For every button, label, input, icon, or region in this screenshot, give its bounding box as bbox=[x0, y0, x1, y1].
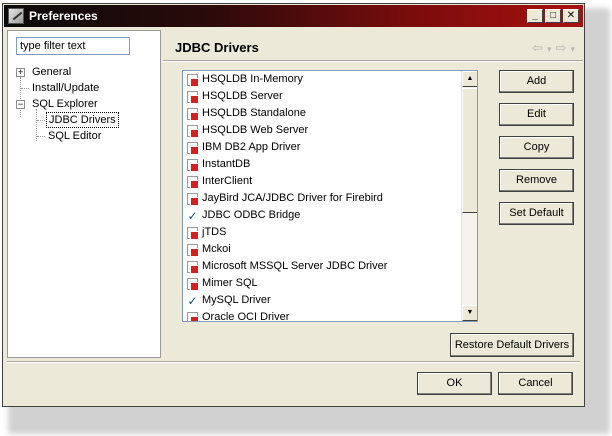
driver-name: InstantDB bbox=[202, 158, 251, 170]
driver-list-item[interactable]: InterClient bbox=[183, 173, 461, 190]
ok-button[interactable]: OK bbox=[417, 372, 492, 395]
tree-item-label: JDBC Drivers bbox=[46, 112, 119, 128]
back-arrow-icon[interactable]: ⇦ bbox=[532, 40, 543, 58]
tree-item-label: General bbox=[32, 66, 72, 78]
driver-list-item[interactable]: IBM DB2 App Driver bbox=[183, 139, 461, 156]
driver-name: MySQL Driver bbox=[202, 294, 271, 306]
driver-name: Oracle OCI Driver bbox=[202, 311, 290, 322]
back-dropdown-icon[interactable]: ▾ bbox=[547, 40, 552, 58]
tree-connector bbox=[37, 136, 45, 137]
driver-name: jTDS bbox=[202, 226, 227, 238]
minimize-button[interactable]: _ bbox=[527, 9, 543, 23]
cancel-button[interactable]: Cancel bbox=[498, 372, 573, 395]
window-controls: _ □ ✕ bbox=[527, 9, 579, 23]
driver-error-icon bbox=[187, 158, 199, 172]
close-button[interactable]: ✕ bbox=[563, 9, 579, 23]
driver-list-item[interactable]: JayBird JCA/JDBC Driver for Firebird bbox=[183, 190, 461, 207]
driver-error-icon bbox=[187, 141, 199, 155]
preferences-icon bbox=[8, 8, 24, 24]
title-bar[interactable]: Preferences _ □ ✕ bbox=[4, 5, 583, 27]
driver-name: HSQLDB Server bbox=[202, 90, 283, 102]
driver-name: IBM DB2 App Driver bbox=[202, 141, 301, 153]
driver-list-item[interactable]: jTDS bbox=[183, 224, 461, 241]
history-nav: ⇦ ▾ ⇨ ▾ bbox=[532, 40, 575, 58]
driver-error-icon bbox=[187, 243, 199, 257]
driver-list-item[interactable]: ✓ MySQL Driver bbox=[183, 292, 461, 309]
scroll-up-button[interactable]: ▲ bbox=[462, 71, 477, 87]
driver-name: JayBird JCA/JDBC Driver for Firebird bbox=[202, 192, 383, 204]
remove-button[interactable]: Remove bbox=[499, 169, 574, 192]
restore-default-drivers-button[interactable]: Restore Default Drivers bbox=[450, 333, 574, 357]
tree-item-label: Install/Update bbox=[32, 82, 100, 94]
expand-icon[interactable]: + bbox=[16, 68, 25, 77]
driver-error-icon bbox=[187, 260, 199, 274]
driver-error-icon bbox=[187, 107, 199, 121]
driver-name: InterClient bbox=[202, 175, 253, 187]
driver-error-icon bbox=[187, 192, 199, 206]
driver-name: JDBC ODBC Bridge bbox=[202, 209, 301, 221]
checkmark-icon: ✓ bbox=[187, 293, 198, 308]
forward-arrow-icon[interactable]: ⇨ bbox=[556, 40, 567, 58]
driver-list-item[interactable]: Mimer SQL bbox=[183, 275, 461, 292]
add-button[interactable]: Add bbox=[499, 70, 574, 93]
preferences-dialog: Preferences _ □ ✕ + General Install/Upda… bbox=[2, 3, 585, 407]
maximize-button[interactable]: □ bbox=[545, 9, 561, 23]
tree-connector bbox=[37, 120, 45, 121]
driver-name: HSQLDB In-Memory bbox=[202, 73, 303, 85]
edit-button[interactable]: Edit bbox=[499, 103, 574, 126]
driver-list-scrollbar[interactable]: ▲ ▼ bbox=[461, 71, 477, 321]
preferences-tree-pane: + General Install/Update − SQL Explorer … bbox=[7, 30, 161, 358]
driver-list-item[interactable]: Microsoft MSSQL Server JDBC Driver bbox=[183, 258, 461, 275]
driver-list-item[interactable]: ✓ JDBC ODBC Bridge bbox=[183, 207, 461, 224]
driver-list-item[interactable]: HSQLDB In-Memory bbox=[183, 71, 461, 88]
filter-input[interactable] bbox=[16, 37, 130, 55]
tree-guide-line bbox=[20, 77, 21, 117]
footer-separator bbox=[7, 361, 580, 363]
driver-list[interactable]: HSQLDB In-Memory HSQLDB Server HSQLDB Stan… bbox=[182, 70, 478, 322]
driver-error-icon bbox=[187, 90, 199, 104]
driver-list-item[interactable]: InstantDB bbox=[183, 156, 461, 173]
driver-name: Mckoi bbox=[202, 243, 231, 255]
copy-button[interactable]: Copy bbox=[499, 136, 574, 159]
driver-list-item[interactable]: HSQLDB Standalone bbox=[183, 105, 461, 122]
driver-list-item[interactable]: Oracle OCI Driver bbox=[183, 309, 461, 322]
driver-name: HSQLDB Web Server bbox=[202, 124, 309, 136]
preference-page: JDBC Drivers ⇦ ▾ ⇨ ▾ HSQLDB In-Memory HSQ… bbox=[163, 30, 583, 358]
driver-name: HSQLDB Standalone bbox=[202, 107, 306, 119]
tree-item-label: SQL Explorer bbox=[32, 98, 98, 110]
tree-connector bbox=[21, 88, 29, 89]
scroll-down-button[interactable]: ▼ bbox=[462, 305, 477, 321]
set-default-button[interactable]: Set Default bbox=[499, 202, 574, 225]
header-separator bbox=[163, 60, 583, 62]
driver-error-icon bbox=[187, 73, 199, 87]
driver-error-icon bbox=[187, 277, 199, 291]
tree-item-label: SQL Editor bbox=[48, 130, 102, 142]
driver-list-items: HSQLDB In-Memory HSQLDB Server HSQLDB Stan… bbox=[183, 71, 461, 322]
forward-dropdown-icon[interactable]: ▾ bbox=[570, 40, 575, 58]
page-title: JDBC Drivers bbox=[175, 40, 259, 55]
driver-list-item[interactable]: Mckoi bbox=[183, 241, 461, 258]
driver-name: Mimer SQL bbox=[202, 277, 258, 289]
driver-error-icon bbox=[187, 226, 199, 240]
driver-list-item[interactable]: HSQLDB Server bbox=[183, 88, 461, 105]
scroll-thumb[interactable] bbox=[462, 88, 477, 213]
driver-name: Microsoft MSSQL Server JDBC Driver bbox=[202, 260, 388, 272]
checkmark-icon: ✓ bbox=[187, 208, 198, 223]
window-title: Preferences bbox=[29, 9, 98, 23]
driver-error-icon bbox=[187, 175, 199, 189]
driver-error-icon bbox=[187, 124, 199, 138]
driver-error-icon bbox=[187, 311, 199, 321]
driver-list-item[interactable]: HSQLDB Web Server bbox=[183, 122, 461, 139]
collapse-icon[interactable]: − bbox=[16, 100, 25, 109]
